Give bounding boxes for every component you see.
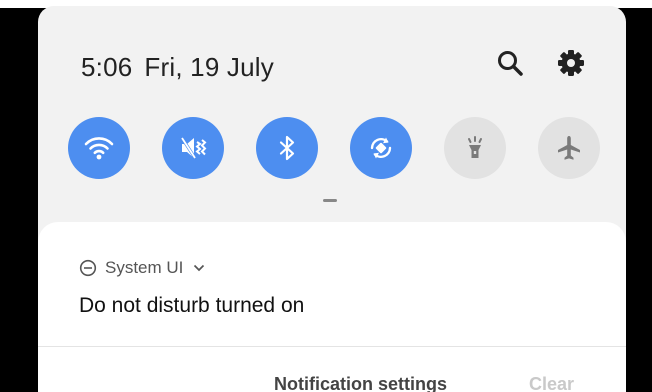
notification-app-name: System UI (105, 258, 184, 277)
gear-icon[interactable] (556, 48, 586, 78)
clear-button[interactable]: Clear (529, 374, 574, 392)
notification-panel: 5:06 Fri, 19 July System UI Do not distu… (38, 6, 626, 392)
notification-header[interactable]: System UI (79, 258, 205, 278)
divider (38, 346, 626, 347)
date: Fri, 19 July (144, 51, 274, 82)
notification-settings-button[interactable]: Notification settings (274, 374, 447, 392)
mute-icon (180, 137, 207, 159)
quick-tile-airplane-mode[interactable] (538, 117, 600, 179)
do-not-disturb-icon (79, 259, 97, 277)
bluetooth-icon (279, 135, 295, 161)
panel-drag-handle[interactable] (323, 199, 337, 202)
wifi-icon (84, 137, 114, 160)
rotate-icon (370, 137, 392, 159)
quick-tile-flashlight[interactable] (444, 117, 506, 179)
clock: 5:06 (81, 51, 133, 82)
notification-card[interactable]: System UI Do not disturb turned on Notif… (38, 222, 626, 392)
quick-tile-bluetooth[interactable] (256, 117, 318, 179)
search-icon[interactable] (495, 48, 525, 78)
notification-title: Do not disturb turned on (79, 294, 305, 317)
quick-tile-sound[interactable] (162, 117, 224, 179)
quick-tile-wifi[interactable] (68, 117, 130, 179)
airplane-icon (558, 136, 580, 160)
quick-tile-auto-rotate[interactable] (350, 117, 412, 179)
chevron-down-icon[interactable] (193, 264, 205, 272)
flashlight-icon (468, 136, 482, 158)
status-row: 5:06 Fri, 19 July (81, 47, 274, 87)
